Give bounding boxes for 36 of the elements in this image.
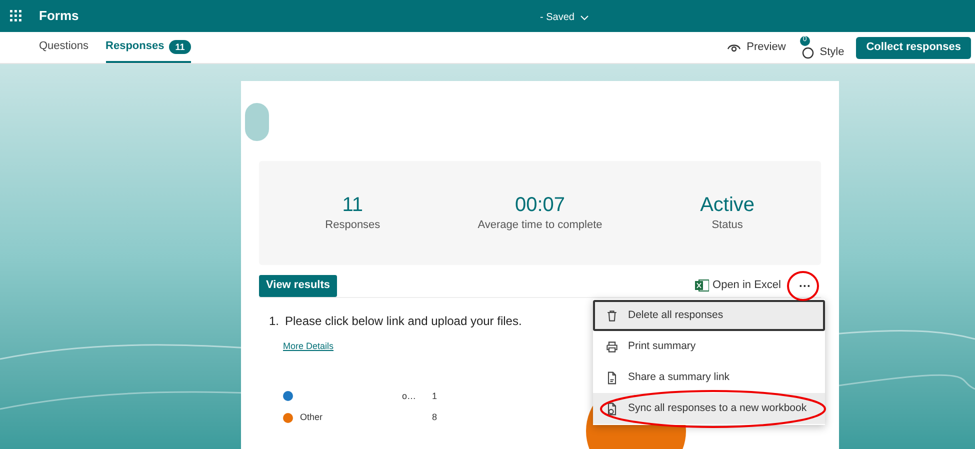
stat-label: Status [712, 218, 743, 233]
menu-item[interactable]: Sync all responses to a new workbook [593, 393, 825, 424]
open-in-excel-button[interactable]: Open in Excel [694, 277, 781, 294]
menu-item[interactable]: Share a summary link [593, 362, 825, 393]
app-launcher-icon[interactable] [10, 10, 22, 22]
annotation-circle [786, 270, 820, 302]
status-text: - Saved [540, 11, 574, 25]
chevron-down-icon [580, 14, 590, 20]
collect-responses-button[interactable]: Collect responses [856, 36, 971, 58]
stat-value: Active [700, 192, 755, 217]
preview-button[interactable]: Preview [726, 39, 786, 56]
tab[interactable]: Questions [39, 32, 89, 63]
eye-icon [726, 42, 741, 52]
menu-item[interactable]: Delete all responses [593, 300, 825, 331]
question-number: 1. [269, 313, 280, 330]
legend-label: o… [402, 390, 416, 402]
spreadsheet-icon [694, 279, 709, 292]
count-badge: 11 [169, 40, 191, 54]
stat-label: Responses [325, 218, 380, 233]
app-name: Forms [39, 7, 79, 26]
document-sync-icon [605, 402, 619, 416]
menu-item[interactable]: Print summary [593, 331, 825, 362]
trash-icon [605, 308, 619, 322]
print-icon [605, 340, 619, 354]
stat-value: 11 [342, 192, 364, 217]
stat-value: 00:07 [514, 192, 566, 217]
view-results-button[interactable]: View results [259, 274, 337, 296]
legend-count: 8 [432, 411, 437, 424]
question-text: Please click below link and upload your files. [285, 313, 522, 330]
more-details-link[interactable]: More Details [283, 340, 334, 354]
document-status[interactable]: - Saved [540, 10, 590, 25]
blurred-title [245, 103, 269, 141]
legend-count: 1 [432, 390, 437, 402]
stat-label: Average time to complete [478, 218, 602, 233]
legend-label: Other [300, 411, 323, 424]
document-link-icon [605, 370, 619, 384]
